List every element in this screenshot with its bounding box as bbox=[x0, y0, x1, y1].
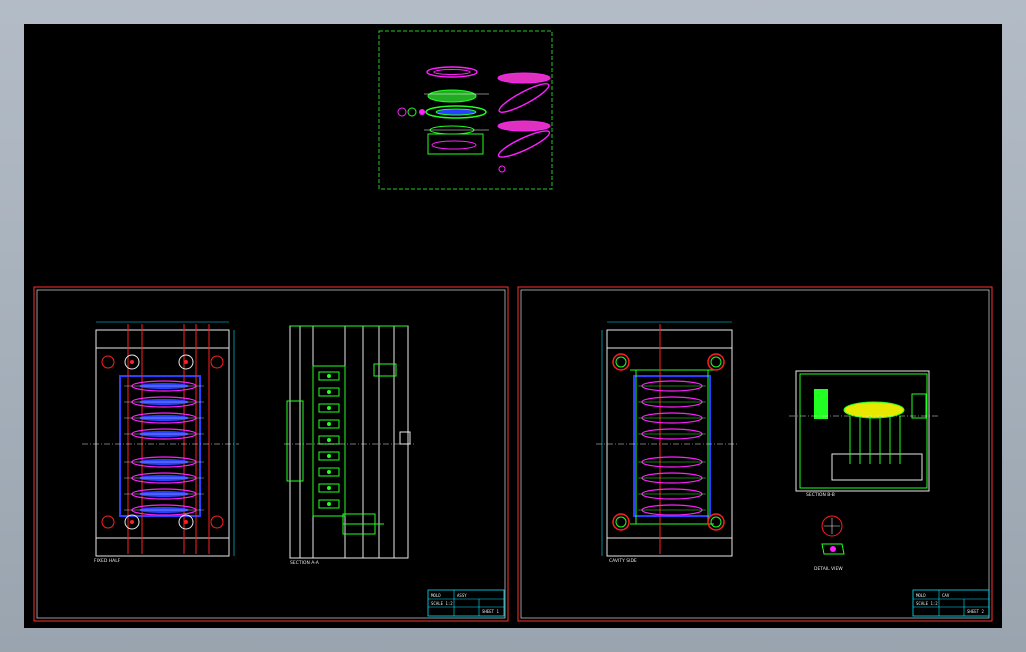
right-plan-label: CAVITY SIDE bbox=[609, 558, 637, 564]
right-tb-line-2: SCALE 1:2 bbox=[916, 601, 938, 606]
cad-model-space[interactable]: FIXED HALF SECTION A-A MOLD ASSY SCALE 1… bbox=[24, 24, 1002, 628]
left-tb-line-0: MOLD bbox=[431, 593, 441, 598]
left-plan-label: FIXED HALF bbox=[94, 558, 121, 564]
left-tb-line-1: ASSY bbox=[457, 593, 467, 598]
left-title-block: MOLD ASSY SCALE 1:2 SHEET 1 bbox=[427, 589, 505, 617]
left-section-view: SECTION A-A bbox=[284, 325, 416, 566]
parts-overview bbox=[378, 30, 553, 190]
left-tb-line-2: SCALE 1:2 bbox=[431, 601, 453, 606]
left-section-label: SECTION A-A bbox=[290, 560, 320, 566]
part-small-3 bbox=[419, 109, 425, 115]
part-small-1 bbox=[397, 107, 407, 117]
part-green bbox=[427, 89, 477, 103]
left-sheet: FIXED HALF SECTION A-A MOLD ASSY SCALE 1… bbox=[33, 286, 509, 622]
left-sheet-inner-border bbox=[36, 289, 506, 619]
left-plan-view: FIXED HALF bbox=[82, 321, 239, 564]
cad-drawing[interactable]: FIXED HALF SECTION A-A MOLD ASSY SCALE 1… bbox=[24, 24, 1002, 628]
right-tb-line-0: MOLD bbox=[916, 593, 926, 598]
part-pink-4 bbox=[497, 130, 551, 158]
right-tb-line-1: CAV bbox=[942, 593, 950, 598]
right-detail-label: DETAIL VIEW bbox=[814, 566, 843, 572]
right-detail-view: DETAIL VIEW bbox=[814, 515, 845, 572]
right-section-view: SECTION B-B bbox=[789, 370, 939, 498]
right-plan-view: CAVITY SIDE bbox=[596, 321, 739, 564]
left-tb-line-3: SHEET 1 bbox=[482, 609, 499, 614]
part-small-2 bbox=[407, 107, 417, 117]
left-sheet-border bbox=[33, 286, 509, 622]
right-sheet: CAVITY SIDE SECTION B-B DETAIL VIEW MOLD… bbox=[517, 286, 993, 622]
right-section-label: SECTION B-B bbox=[806, 492, 835, 498]
right-title-block: MOLD CAV SCALE 1:2 SHEET 2 bbox=[912, 589, 990, 617]
part-pink-2 bbox=[498, 83, 550, 113]
molded-part-section bbox=[843, 401, 905, 419]
part-pink-3 bbox=[497, 120, 551, 132]
right-tb-line-3: SHEET 2 bbox=[967, 609, 984, 614]
part-ellipse-inner bbox=[433, 69, 471, 75]
sprue-insert bbox=[814, 389, 828, 419]
part-blue-core bbox=[435, 108, 477, 116]
part-pink-1 bbox=[497, 72, 551, 84]
part-ellipse-3 bbox=[431, 140, 477, 150]
part-small-4 bbox=[498, 165, 506, 173]
